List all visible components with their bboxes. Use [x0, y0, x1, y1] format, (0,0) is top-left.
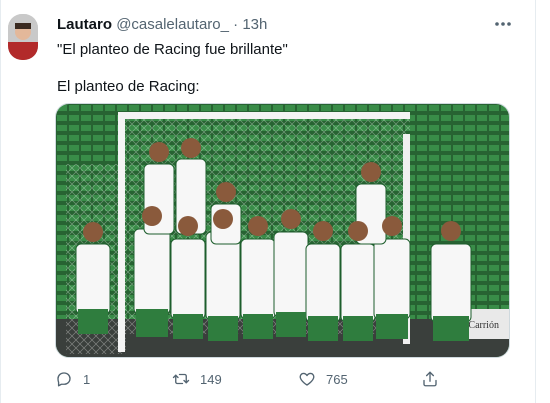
- retweet-count: 149: [200, 371, 222, 387]
- author-name[interactable]: Lautaro: [57, 16, 112, 33]
- reply-icon: [57, 372, 71, 387]
- like-count: 765: [326, 371, 348, 387]
- timeline-border-left: [0, 0, 1, 403]
- separator-dot: ·: [233, 16, 239, 33]
- team-photo: El Carrión: [56, 104, 509, 357]
- like-button[interactable]: 765: [298, 369, 348, 389]
- tweet-photo[interactable]: El Carrión: [55, 103, 510, 358]
- retweet-icon: [172, 373, 190, 385]
- timeline-border-right: [535, 0, 536, 403]
- author-handle[interactable]: @casalelautaro_: [116, 16, 229, 33]
- reply-button[interactable]: 1: [55, 369, 90, 389]
- avatar-image: [8, 14, 38, 60]
- share-button[interactable]: [421, 369, 439, 389]
- share-icon: [423, 371, 437, 387]
- tweet-text-line-1: "El planteo de Racing fue brillante": [57, 41, 288, 58]
- tweet-header: Lautaro @casalelautaro_ · 13h: [57, 15, 267, 35]
- tweet-text-line-2: El planteo de Racing:: [57, 78, 200, 95]
- more-horizontal-icon[interactable]: [493, 17, 513, 31]
- tweet-actions: 1 149 765: [55, 369, 455, 389]
- heart-icon: [299, 372, 315, 386]
- timestamp[interactable]: 13h: [242, 16, 267, 33]
- avatar[interactable]: [8, 14, 38, 60]
- retweet-button[interactable]: 149: [172, 369, 222, 389]
- reply-count: 1: [83, 371, 91, 387]
